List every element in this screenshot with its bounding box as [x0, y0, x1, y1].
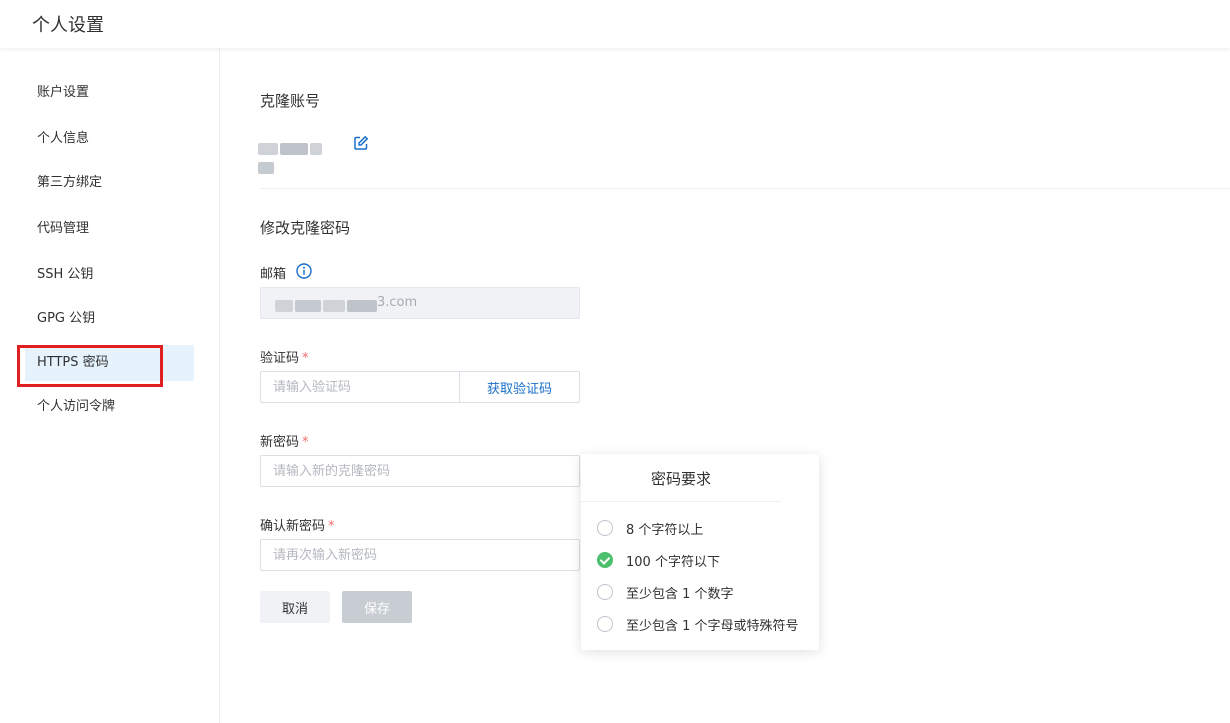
- save-button[interactable]: 保存: [342, 591, 412, 623]
- popover-title: 密码要求: [650, 470, 711, 488]
- page-title: 个人设置: [32, 15, 104, 36]
- sidebar-item-personal-info[interactable]: 个人信息: [25, 121, 194, 157]
- unchecked-circle-icon: [597, 520, 613, 536]
- check-circle-icon: [597, 552, 613, 568]
- clone-account-name-masked: [258, 138, 338, 174]
- unchecked-circle-icon: [597, 584, 613, 600]
- confirm-password-label: 确认新密码 *: [260, 519, 335, 534]
- popover-divider: [581, 501, 781, 502]
- clone-account-title: 克隆账号: [260, 92, 321, 110]
- confirm-password-input[interactable]: [260, 539, 580, 571]
- top-bar: 个人设置: [0, 0, 1230, 48]
- sidebar-item-personal-access-tokens[interactable]: 个人访问令牌: [25, 389, 194, 425]
- email-visible-suffix: 3.com: [377, 295, 418, 310]
- sidebar-item-account-settings[interactable]: 账户设置: [25, 75, 194, 111]
- edit-icon[interactable]: [353, 135, 369, 151]
- unchecked-circle-icon: [597, 616, 613, 632]
- verify-code-label: 验证码 *: [260, 351, 309, 366]
- sidebar-item-https-password[interactable]: HTTPS 密码: [25, 345, 194, 381]
- cancel-button[interactable]: 取消: [260, 591, 330, 623]
- new-password-label: 新密码 *: [260, 435, 309, 450]
- email-label: 邮箱: [260, 267, 287, 282]
- sidebar-item-gpg-keys[interactable]: GPG 公钥: [25, 301, 194, 337]
- verify-code-input[interactable]: [260, 371, 460, 403]
- sidebar-item-third-party-binding[interactable]: 第三方绑定: [25, 165, 194, 201]
- new-password-input[interactable]: [260, 455, 580, 487]
- sidebar-item-code-management[interactable]: 代码管理: [25, 211, 194, 247]
- sidebar: 账户设置 个人信息 第三方绑定 代码管理 SSH 公钥 GPG 公钥 HTTPS…: [0, 48, 220, 723]
- section-divider: [260, 188, 1230, 189]
- sidebar-item-ssh-keys[interactable]: SSH 公钥: [25, 257, 194, 293]
- email-masked-part: [275, 295, 379, 312]
- info-icon[interactable]: [296, 263, 312, 279]
- get-verify-code-button[interactable]: 获取验证码: [459, 371, 580, 403]
- password-requirements-popover: 密码要求 8 个字符以上 100 个字符以下 至少包含 1 个数字 至少包含 1…: [581, 454, 819, 650]
- change-password-title: 修改克隆密码: [260, 219, 351, 237]
